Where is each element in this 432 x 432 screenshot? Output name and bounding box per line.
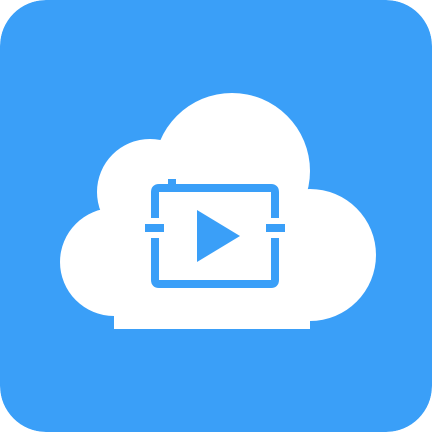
video-frame-tab	[168, 179, 176, 189]
app-icon-graphic	[0, 0, 432, 432]
app-icon[interactable]	[0, 0, 432, 432]
